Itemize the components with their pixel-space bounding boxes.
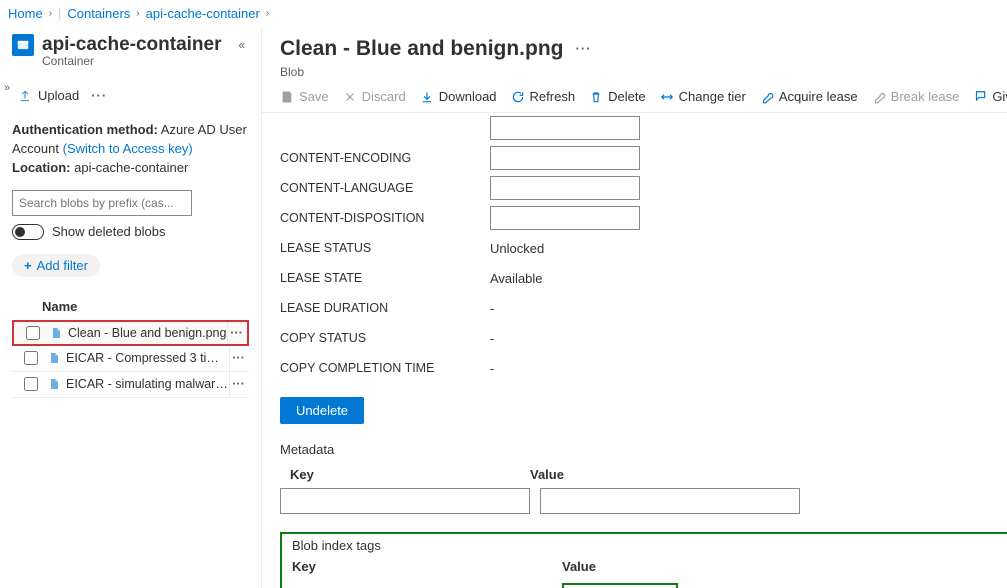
blob-title: Clean - Blue and benign.png bbox=[280, 37, 564, 61]
upload-icon bbox=[18, 89, 32, 103]
metadata-value-input[interactable] bbox=[540, 488, 800, 514]
break-lease-button: Break lease bbox=[872, 89, 960, 104]
crumb-container[interactable]: api-cache-container bbox=[146, 6, 260, 21]
blob-more-menu[interactable]: ··· bbox=[576, 41, 592, 56]
refresh-icon bbox=[511, 90, 525, 104]
lease-duration-value: - bbox=[490, 301, 494, 316]
crumb-hidden: | bbox=[58, 6, 61, 21]
crumb-home[interactable]: Home bbox=[8, 6, 43, 21]
save-button: Save bbox=[280, 89, 329, 104]
row-more-menu[interactable]: ··· bbox=[229, 346, 247, 371]
location-value: api-cache-container bbox=[74, 160, 188, 175]
discard-button: Discard bbox=[343, 89, 406, 104]
copy-status-value: - bbox=[490, 331, 494, 346]
switch-access-key-link[interactable]: (Switch to Access key) bbox=[63, 141, 193, 156]
blob-subtitle: Blob bbox=[262, 65, 1007, 79]
tags-value-header: Value bbox=[562, 559, 596, 574]
file-icon bbox=[48, 351, 60, 365]
breadcrumb: Home › | Containers › api-cache-containe… bbox=[0, 0, 1007, 26]
file-list: Clean - Blue and benign.png ··· EICAR - … bbox=[12, 320, 249, 398]
content-encoding-input[interactable] bbox=[490, 146, 640, 170]
content-language-input[interactable] bbox=[490, 176, 640, 200]
show-deleted-label: Show deleted blobs bbox=[52, 224, 165, 239]
chevron-right-icon: › bbox=[266, 8, 269, 19]
lease-status-label: LEASE STATUS bbox=[280, 241, 490, 255]
feedback-icon bbox=[973, 90, 987, 104]
container-icon bbox=[12, 34, 34, 56]
plus-icon: + bbox=[24, 258, 32, 273]
content-language-label: CONTENT-LANGUAGE bbox=[280, 181, 490, 195]
content-encoding-label: CONTENT-ENCODING bbox=[280, 151, 490, 165]
file-icon bbox=[48, 377, 60, 391]
download-icon bbox=[420, 90, 434, 104]
metadata-value-header: Value bbox=[530, 467, 564, 482]
download-button[interactable]: Download bbox=[420, 89, 497, 104]
copy-completion-label: COPY COMPLETION TIME bbox=[280, 361, 490, 375]
container-subtitle: Container bbox=[42, 54, 249, 68]
delete-button[interactable]: Delete bbox=[589, 89, 646, 104]
search-input[interactable] bbox=[12, 190, 192, 216]
name-column-header[interactable]: Name bbox=[12, 299, 249, 314]
change-tier-button[interactable]: Change tier bbox=[660, 89, 746, 104]
lease-state-label: LEASE STATE bbox=[280, 271, 490, 285]
acquire-lease-button[interactable]: Acquire lease bbox=[760, 89, 858, 104]
lease-status-value: Unlocked bbox=[490, 241, 544, 256]
container-title: api-cache-container bbox=[42, 34, 222, 56]
blob-detail-panel: Clean - Blue and benign.png ··· ✕ Blob S… bbox=[261, 26, 1007, 588]
container-panel: » api-cache-container « Container Upload… bbox=[0, 26, 261, 588]
refresh-button[interactable]: Refresh bbox=[511, 89, 576, 104]
metadata-key-header: Key bbox=[280, 467, 530, 482]
save-icon bbox=[280, 90, 294, 104]
show-deleted-toggle[interactable] bbox=[12, 224, 44, 240]
crumb-containers[interactable]: Containers bbox=[67, 6, 130, 21]
auth-method-label: Authentication method: bbox=[12, 122, 158, 137]
upload-label: Upload bbox=[38, 88, 79, 103]
file-row[interactable]: Clean - Blue and benign.png ··· bbox=[12, 320, 249, 346]
content-md5-input[interactable] bbox=[490, 116, 640, 140]
copy-completion-value: - bbox=[490, 361, 494, 376]
discard-icon bbox=[343, 90, 357, 104]
file-row[interactable]: EICAR - simulating malware.... ··· bbox=[12, 372, 249, 398]
file-checkbox[interactable] bbox=[26, 326, 40, 340]
more-menu[interactable]: ··· bbox=[91, 88, 107, 103]
row-more-menu[interactable]: ··· bbox=[227, 322, 245, 344]
lease-state-value: Available bbox=[490, 271, 543, 286]
expand-handle-icon[interactable]: » bbox=[4, 82, 10, 94]
change-tier-icon bbox=[660, 90, 674, 104]
file-row[interactable]: EICAR - Compressed 3 time... ··· bbox=[12, 346, 249, 372]
tag-row: Malware Scanning scan result No threats … bbox=[292, 580, 1007, 588]
file-name: EICAR - simulating malware.... bbox=[66, 377, 229, 391]
content-disposition-input[interactable] bbox=[490, 206, 640, 230]
break-lease-icon bbox=[872, 90, 886, 104]
add-filter-button[interactable]: + Add filter bbox=[12, 254, 100, 277]
tags-title: Blob index tags bbox=[292, 538, 1007, 553]
tags-key-header: Key bbox=[292, 559, 562, 574]
delete-icon bbox=[589, 90, 603, 104]
undelete-button[interactable]: Undelete bbox=[280, 397, 364, 424]
upload-button[interactable]: Upload bbox=[18, 88, 79, 103]
file-name: EICAR - Compressed 3 time... bbox=[66, 351, 229, 365]
content-disposition-label: CONTENT-DISPOSITION bbox=[280, 211, 490, 225]
blob-index-tags-section: Blob index tags Key Value Malware Scanni… bbox=[280, 532, 1007, 588]
metadata-title: Metadata bbox=[280, 442, 1007, 457]
row-more-menu[interactable]: ··· bbox=[229, 372, 247, 397]
file-name: Clean - Blue and benign.png bbox=[68, 326, 227, 340]
file-icon bbox=[50, 326, 62, 340]
command-bar: Save Discard Download Refresh Delete Cha… bbox=[262, 79, 1007, 113]
metadata-key-input[interactable] bbox=[280, 488, 530, 514]
add-filter-label: Add filter bbox=[37, 258, 88, 273]
lease-duration-label: LEASE DURATION bbox=[280, 301, 490, 315]
lease-icon bbox=[760, 90, 774, 104]
file-checkbox[interactable] bbox=[24, 377, 38, 391]
chevron-right-icon: › bbox=[136, 8, 139, 19]
location-label: Location: bbox=[12, 160, 71, 175]
file-checkbox[interactable] bbox=[24, 351, 38, 365]
feedback-button[interactable]: Give feedback bbox=[973, 89, 1007, 104]
tag-value: No threats found bbox=[562, 583, 678, 588]
collapse-icon[interactable]: « bbox=[238, 38, 249, 52]
copy-status-label: COPY STATUS bbox=[280, 331, 490, 345]
chevron-right-icon: › bbox=[49, 8, 52, 19]
